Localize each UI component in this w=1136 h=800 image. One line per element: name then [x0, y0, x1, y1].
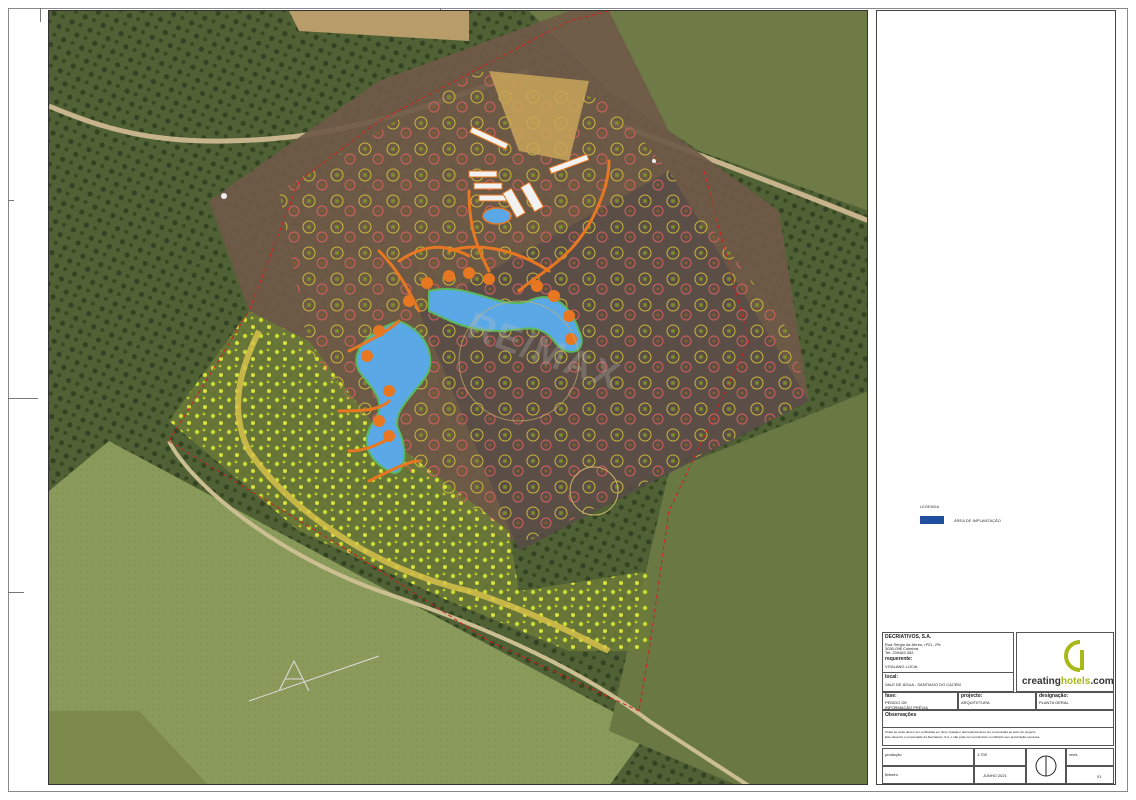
- legend-swatch-implantation: [920, 516, 944, 524]
- phase-box: fase: PEDIDO DE INFORMAÇÃO PRÉVIA: [882, 692, 958, 710]
- client-label: requerente:: [885, 656, 913, 662]
- observations-box: Observações: [882, 710, 1114, 728]
- observations-label: Observações: [885, 712, 917, 718]
- designation-value: PLANTA GERAL: [1039, 700, 1069, 705]
- logo-text: creatinghotels.com: [1022, 676, 1114, 687]
- date-value: JUNHO 2021: [983, 773, 1007, 778]
- company-phone: Tel: 239483 352: [885, 650, 914, 655]
- scale-value: 1:700: [977, 752, 988, 757]
- date-box: JUNHO 2021: [974, 766, 1026, 784]
- revision-label: revis: [1069, 752, 1078, 757]
- notes-line-2: Este desenho é propriedade da Decriativo…: [885, 735, 1041, 739]
- legend-label-implantation: ÁREA DE IMPLANTAÇÃO: [954, 518, 1001, 523]
- production-label: produção: [885, 752, 902, 757]
- designation-label: designação:: [1039, 693, 1069, 699]
- legend-title: LEGENDA: [920, 504, 940, 509]
- drawing-sheet: RE/MAX LEGENDA ÁREA DE IMPLANTAÇÃO DECRI…: [0, 0, 1136, 800]
- logo-text-tail: .com: [1090, 676, 1114, 687]
- logo-text-main: creating: [1022, 676, 1061, 687]
- phase-label: fase:: [885, 693, 897, 699]
- frame-tick: [8, 200, 14, 201]
- project-box: projecto: ARQUITETURA: [958, 692, 1036, 710]
- location-label: local:: [885, 674, 899, 680]
- production-box: produção: [882, 748, 974, 766]
- notes-box: Todas as cotas devem ser verificadas em …: [882, 728, 1114, 746]
- aerial-photo: [49, 11, 867, 784]
- project-label: projecto:: [961, 693, 983, 699]
- logo-text-accent: hotels: [1060, 676, 1091, 687]
- north-arrow-icon: [1035, 755, 1057, 777]
- folder-box: ficheiro: [882, 766, 974, 784]
- project-value: ARQUITETURA: [961, 700, 990, 705]
- frame-tick: [8, 592, 24, 593]
- frame-tick: [40, 8, 41, 22]
- designation-box: designação: PLANTA GERAL: [1036, 692, 1114, 710]
- folder-label: ficheiro: [885, 772, 898, 777]
- scale-box: 1:700: [974, 748, 1026, 766]
- client-value: VITALANG LÚCIA: [885, 664, 918, 669]
- location-value: VALE DE ÁGUA - SANTIAGO DO CACÉM: [885, 682, 961, 687]
- site-plan-map: RE/MAX: [48, 10, 868, 785]
- company-name: DECRIATIVOS, S.A.: [885, 634, 932, 640]
- frame-tick: [8, 398, 38, 399]
- revision-box: revis: [1066, 748, 1114, 766]
- sheet-number-box: 01: [1066, 766, 1114, 784]
- location-box: local: VALE DE ÁGUA - SANTIAGO DO CACÉM: [882, 672, 1014, 692]
- creatinghotels-logo-icon: [1064, 640, 1084, 672]
- sheet-number: 01: [1097, 774, 1102, 779]
